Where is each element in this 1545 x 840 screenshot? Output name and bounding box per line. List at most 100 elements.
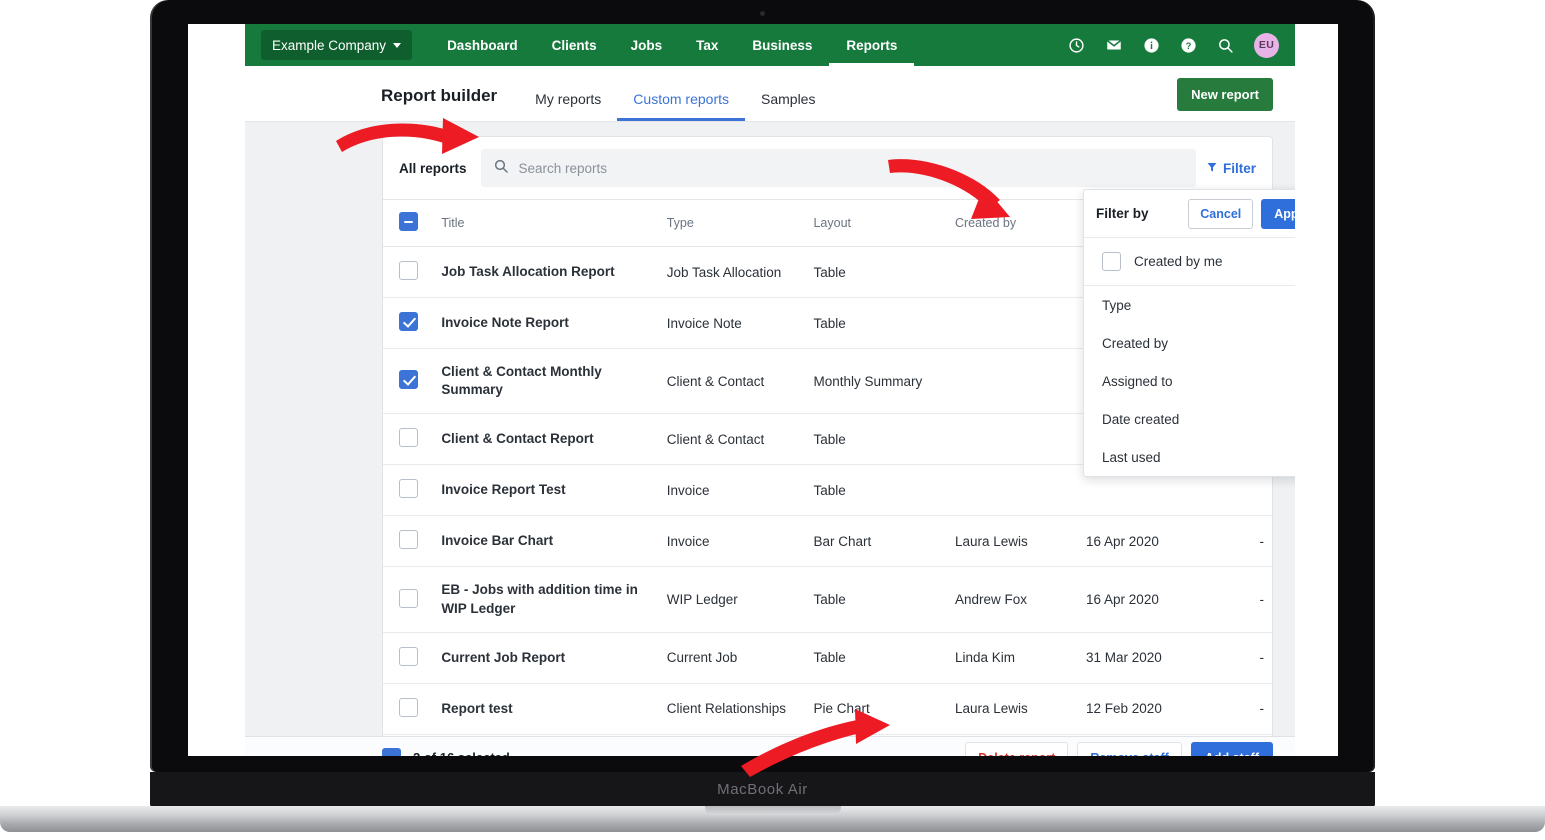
org-switcher[interactable]: Example Company xyxy=(261,30,413,60)
table-row[interactable]: Current Job Report Current Job Table Lin… xyxy=(383,632,1272,684)
column-header-created-by[interactable]: Created by xyxy=(946,199,1079,247)
filter-item-label: Last used xyxy=(1102,449,1161,465)
nav-item-clients[interactable]: Clients xyxy=(535,24,614,66)
cell-layout: Table xyxy=(805,413,947,466)
selection-bar-checkbox[interactable] xyxy=(382,748,401,756)
mail-icon[interactable] xyxy=(1105,36,1123,54)
cell-layout: Table xyxy=(805,246,947,298)
row-checkbox[interactable] xyxy=(399,588,418,608)
column-header-title[interactable]: Title xyxy=(433,199,659,247)
filter-item-date-created[interactable]: Date created › xyxy=(1084,400,1295,438)
filter-apply-button[interactable]: Apply xyxy=(1261,198,1295,229)
webcam-icon xyxy=(760,11,765,16)
select-all-checkbox[interactable] xyxy=(399,212,418,231)
nav-item-tax[interactable]: Tax xyxy=(679,24,735,66)
cell-created-by xyxy=(946,464,1079,517)
select-all-header-cell xyxy=(383,199,434,247)
cell-layout: Table xyxy=(805,632,947,684)
table-row[interactable]: Report test Client Relationships Pie Cha… xyxy=(383,683,1272,735)
cell-layout: Table xyxy=(805,297,947,349)
cell-title: Invoice Note Report xyxy=(433,297,659,349)
cell-title: Report test xyxy=(433,683,659,735)
row-select-cell xyxy=(383,566,434,633)
column-header-layout[interactable]: Layout xyxy=(805,199,947,247)
tab-custom-reports[interactable]: Custom reports xyxy=(617,91,745,121)
cell-created-by: Linda Kim xyxy=(946,632,1079,684)
created-by-me-label: Created by me xyxy=(1134,254,1223,269)
laptop-base-notch xyxy=(704,806,841,815)
row-checkbox[interactable] xyxy=(399,261,418,280)
cell-date-created: 31 Mar 2020 xyxy=(1078,632,1210,684)
nav-item-dashboard[interactable]: Dashboard xyxy=(430,24,535,66)
row-checkbox[interactable] xyxy=(399,530,418,550)
selection-bar-actions: Delete report Remove staff Add staff xyxy=(965,741,1273,756)
add-staff-button[interactable]: Add staff xyxy=(1190,741,1273,756)
row-checkbox[interactable] xyxy=(399,370,418,390)
row-select-cell xyxy=(383,297,434,349)
cell-layout: Monthly Summary xyxy=(805,348,947,415)
cell-type: Current Job xyxy=(658,632,806,684)
filter-button-label: Filter xyxy=(1222,160,1256,176)
filter-button[interactable]: Filter xyxy=(1206,161,1256,176)
created-by-me-checkbox[interactable] xyxy=(1102,252,1121,271)
row-checkbox[interactable] xyxy=(399,646,418,666)
info-icon[interactable] xyxy=(1143,37,1160,54)
nav-item-reports[interactable]: Reports xyxy=(829,24,914,66)
content-area: All reports Search reports Filter Title … xyxy=(245,122,1295,756)
nav-item-business[interactable]: Business xyxy=(735,24,829,66)
row-checkbox[interactable] xyxy=(399,428,418,448)
row-checkbox[interactable] xyxy=(399,479,418,499)
tab-my-reports[interactable]: My reports xyxy=(519,91,617,121)
cell-title: EB - Jobs with addition time in WIP Ledg… xyxy=(433,566,659,633)
remove-staff-button[interactable]: Remove staff xyxy=(1077,741,1182,756)
help-icon[interactable]: ? xyxy=(1180,37,1197,54)
clock-icon[interactable] xyxy=(1068,37,1085,54)
cell-created-by: Andrew Fox xyxy=(946,566,1079,633)
delete-report-button[interactable]: Delete report xyxy=(965,741,1069,756)
search-icon xyxy=(493,158,509,179)
filter-item-assigned-to[interactable]: Assigned to › xyxy=(1084,362,1295,400)
row-select-cell xyxy=(383,413,434,466)
cell-last-used: - xyxy=(1209,632,1272,684)
report-tabs: My reports Custom reports Samples xyxy=(519,91,831,121)
row-select-cell xyxy=(383,683,434,735)
column-header-type[interactable]: Type xyxy=(658,199,806,247)
row-select-cell xyxy=(383,464,434,517)
row-select-cell xyxy=(383,348,434,415)
cell-created-by xyxy=(946,297,1079,349)
filter-popover-title: Filter by xyxy=(1096,206,1149,221)
cell-type: Invoice Note xyxy=(658,297,806,349)
filter-cancel-button[interactable]: Cancel xyxy=(1188,198,1254,229)
cell-title: Invoice Bar Chart xyxy=(433,515,659,568)
filter-created-by-me-row[interactable]: Created by me xyxy=(1084,238,1295,286)
row-select-cell xyxy=(383,632,434,684)
filter-item-created-by[interactable]: Created by › xyxy=(1084,324,1295,362)
page-subheader: Report builder My reports Custom reports… xyxy=(245,66,1295,122)
top-navigation-bar: Example Company Dashboard Clients Jobs T… xyxy=(245,24,1295,66)
laptop-chin: MacBook Air xyxy=(150,772,1375,808)
selection-action-bar: 2 of 16 selected Delete report Remove st… xyxy=(245,736,1295,756)
avatar[interactable]: EU xyxy=(1254,32,1279,58)
cell-layout: Table xyxy=(805,464,947,517)
laptop-screen: Example Company Dashboard Clients Jobs T… xyxy=(188,24,1338,756)
nav-icon-group: ? EU xyxy=(1068,32,1295,58)
table-row[interactable]: EB - Jobs with addition time in WIP Ledg… xyxy=(383,566,1272,633)
search-field-wrapper[interactable] xyxy=(480,149,1196,187)
row-checkbox[interactable] xyxy=(399,312,418,331)
org-name-label: Example Company xyxy=(272,37,387,53)
filter-item-last-used[interactable]: Last used › xyxy=(1084,438,1295,476)
filter-item-type[interactable]: Type › xyxy=(1084,286,1295,324)
row-checkbox[interactable] xyxy=(399,697,418,717)
cell-last-used: - xyxy=(1209,566,1272,633)
row-select-cell xyxy=(383,515,434,568)
table-row[interactable]: Invoice Bar Chart Invoice Bar Chart Laur… xyxy=(383,515,1272,568)
device-model-label: MacBook Air xyxy=(717,781,808,798)
new-report-button[interactable]: New report xyxy=(1177,78,1273,111)
cell-type: WIP Ledger xyxy=(658,566,806,633)
cell-date-created: 16 Apr 2020 xyxy=(1078,566,1210,633)
cell-date-created: 16 Apr 2020 xyxy=(1078,515,1210,568)
tab-samples[interactable]: Samples xyxy=(745,91,831,121)
nav-item-jobs[interactable]: Jobs xyxy=(614,24,680,66)
search-input[interactable] xyxy=(518,160,1184,176)
search-icon[interactable] xyxy=(1217,37,1234,54)
